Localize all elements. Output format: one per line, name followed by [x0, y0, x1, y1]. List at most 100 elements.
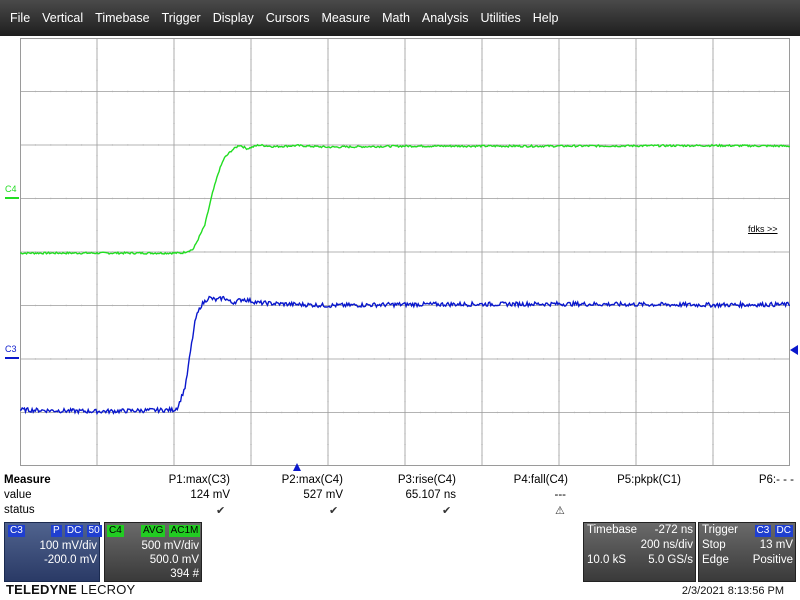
grid-dot [589, 358, 591, 360]
grid-dot [142, 304, 144, 307]
grid-dot [404, 112, 406, 114]
grid-dot [681, 197, 683, 200]
menu-item[interactable]: Vertical [36, 11, 89, 25]
param-name[interactable]: P4:fall(C4) [514, 474, 568, 486]
timebase-box[interactable]: Timebase -272 ns 200 ns/div 10.0 kS 5.0 … [583, 522, 696, 582]
grid-dot [157, 358, 160, 360]
grid-dot [250, 58, 252, 61]
grid-dot [173, 58, 175, 61]
grid-dot [327, 443, 329, 446]
menu-item[interactable]: Timebase [89, 11, 155, 25]
grid-dot [311, 90, 314, 93]
menu-item[interactable]: Display [207, 11, 260, 25]
grid-dot [558, 80, 560, 82]
grid-dot [527, 90, 529, 93]
grid-dot [558, 347, 560, 349]
grid-dot [157, 90, 160, 93]
grid-dot [696, 90, 699, 93]
c3-descriptor-label: C3 [8, 525, 25, 537]
grid-dot [512, 197, 514, 200]
grid-dot [712, 155, 714, 157]
grid-dot [281, 251, 283, 253]
grid-dot [204, 144, 206, 146]
grid-dot [650, 197, 653, 200]
status-warning-icon: ⚠ [555, 505, 565, 517]
overlay-label[interactable]: fdks >> [748, 224, 778, 234]
param-value: 65.107 ns [405, 489, 456, 501]
grid-dot [234, 251, 237, 253]
menu-item[interactable]: Utilities [474, 11, 526, 25]
grid-dot [681, 251, 683, 253]
waveform-grid[interactable] [20, 38, 790, 466]
grid-dot [635, 165, 637, 168]
grid-dot [419, 197, 422, 200]
grid-dot [773, 358, 776, 360]
menu-item[interactable]: File [4, 11, 36, 25]
param-name[interactable]: P2:max(C4) [282, 474, 343, 486]
trigger-level-arrow-icon[interactable] [790, 345, 800, 355]
grid-dot [450, 411, 452, 414]
menu-item[interactable]: Cursors [260, 11, 316, 25]
grid-dot [712, 122, 714, 125]
grid-dot [481, 122, 483, 125]
grid-dot [542, 251, 545, 253]
grid-dot [481, 390, 483, 392]
grid-dot [450, 358, 452, 360]
menu-item[interactable]: Help [527, 11, 565, 25]
grid-dot [250, 165, 252, 168]
grid-dot [527, 251, 529, 253]
grid-dot [666, 90, 668, 93]
grid-dot [589, 197, 591, 200]
grid-dot [712, 401, 714, 403]
c4-descriptor-box[interactable]: C4 AVG AC1M 500 mV/div 500.0 mV 394 # [104, 522, 202, 582]
grid-dot [635, 422, 637, 424]
grid-dot [712, 422, 714, 424]
grid-dot [250, 401, 252, 403]
grid-dot [50, 197, 52, 200]
grid-dot [96, 443, 98, 446]
param-name[interactable]: P1:max(C3) [169, 474, 230, 486]
param-name[interactable]: P6:- - - [759, 474, 794, 486]
grid-dot [542, 197, 545, 200]
grid-dot [558, 208, 560, 210]
grid-dot [327, 176, 329, 178]
trigger-label: Trigger [702, 524, 738, 536]
grid-dot [496, 90, 499, 93]
grid-dot [558, 48, 560, 50]
menu-item[interactable]: Trigger [156, 11, 207, 25]
menu-item[interactable]: Math [376, 11, 416, 25]
menu-item[interactable]: Measure [315, 11, 376, 25]
c4-channel-marker[interactable]: C4 [5, 184, 17, 194]
grid-dot [635, 219, 637, 221]
grid-dot [173, 422, 175, 424]
grid-dot [635, 433, 637, 435]
grid-dot [666, 251, 668, 253]
c3-channel-marker[interactable]: C3 [5, 344, 17, 354]
grid-dot [173, 101, 175, 103]
grid-dot [773, 197, 776, 200]
trigger-box[interactable]: Trigger C3 DC Stop 13 mV Edge Positive [698, 522, 796, 582]
menu-item[interactable]: Analysis [416, 11, 475, 25]
grid-dot [527, 358, 529, 360]
grid-dot [558, 422, 560, 424]
grid-dot [96, 69, 98, 71]
grid-dot [250, 208, 252, 210]
grid-dot [388, 358, 391, 360]
grid-dot [327, 219, 329, 221]
grid-dot [635, 122, 637, 125]
grid-dot [373, 90, 375, 93]
grid-dot [327, 229, 329, 232]
grid-dot [265, 197, 268, 200]
grid-dot [65, 304, 67, 307]
grid-dot [111, 197, 114, 200]
c3-descriptor-box[interactable]: C3 P DC 50 100 mV/div -200.0 mV [4, 522, 102, 582]
grid-dot [281, 90, 283, 93]
grid-dot [496, 411, 499, 414]
grid-dot [281, 304, 283, 307]
grid-dot [558, 219, 560, 221]
param-name[interactable]: P5:pkpk(C1) [617, 474, 681, 486]
grid-dot [481, 80, 483, 82]
grid-dot [681, 358, 683, 360]
trigger-position-arrow-icon[interactable] [293, 463, 303, 472]
param-name[interactable]: P3:rise(C4) [398, 474, 456, 486]
